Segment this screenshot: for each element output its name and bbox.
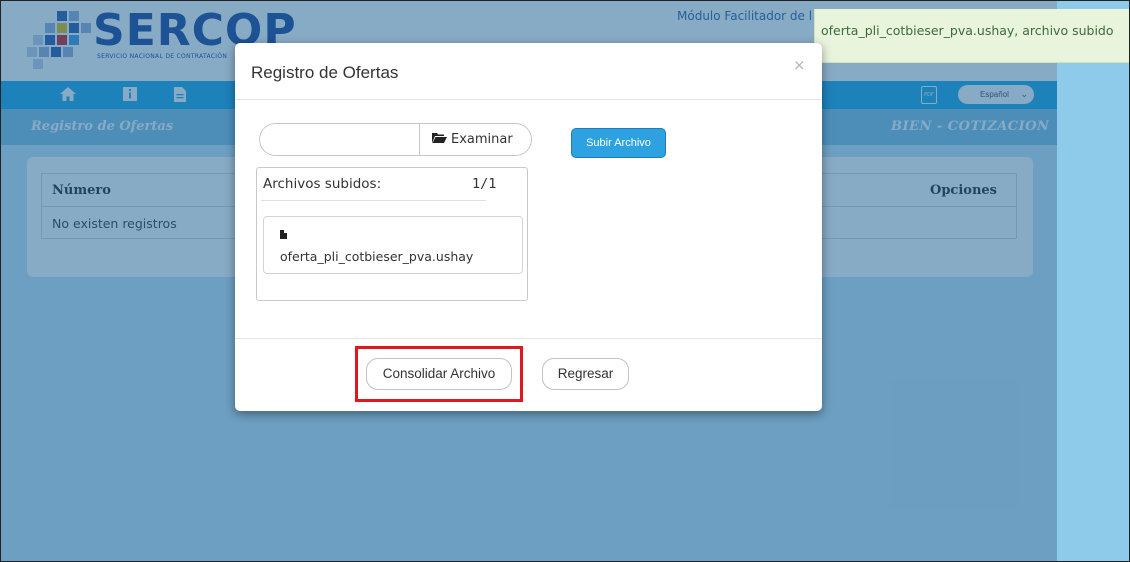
modal-header-divider [235, 99, 822, 100]
folder-open-icon [432, 125, 447, 143]
close-icon[interactable]: × [793, 56, 806, 74]
upload-success-toast: oferta_pli_cotbieser_pva.ushay, archivo … [814, 9, 1129, 63]
uploaded-files-count: 1/1 [472, 176, 497, 192]
upload-file-button[interactable]: Subir Archivo [571, 128, 666, 158]
file-path-input[interactable] [259, 123, 420, 156]
uploaded-files-panel: Archivos subidos: 1/1 oferta_pli_cotbies… [256, 167, 528, 301]
modal-backdrop-right [1057, 1, 1129, 561]
modal-footer-divider [235, 338, 822, 339]
screen-frame: SERCOP SERVICIO NACIONAL DE CONTRATACIÓN… [0, 0, 1130, 562]
registro-ofertas-modal: Registro de Ofertas × Examinar Subir Arc… [235, 43, 822, 411]
uploaded-file-name: oferta_pli_cotbieser_pva.ushay [280, 249, 474, 264]
modal-title: Registro de Ofertas [251, 63, 399, 82]
browse-button[interactable]: Examinar [419, 123, 532, 156]
files-divider [261, 200, 486, 201]
file-icon [280, 230, 287, 239]
uploaded-file-item[interactable]: oferta_pli_cotbieser_pva.ushay [263, 216, 523, 274]
highlight-annotation [355, 346, 523, 402]
toast-message: oferta_pli_cotbieser_pva.ushay, archivo … [821, 23, 1114, 38]
uploaded-files-header: Archivos subidos: [263, 176, 382, 192]
browse-label: Examinar [451, 132, 513, 147]
back-button[interactable]: Regresar [542, 358, 629, 390]
